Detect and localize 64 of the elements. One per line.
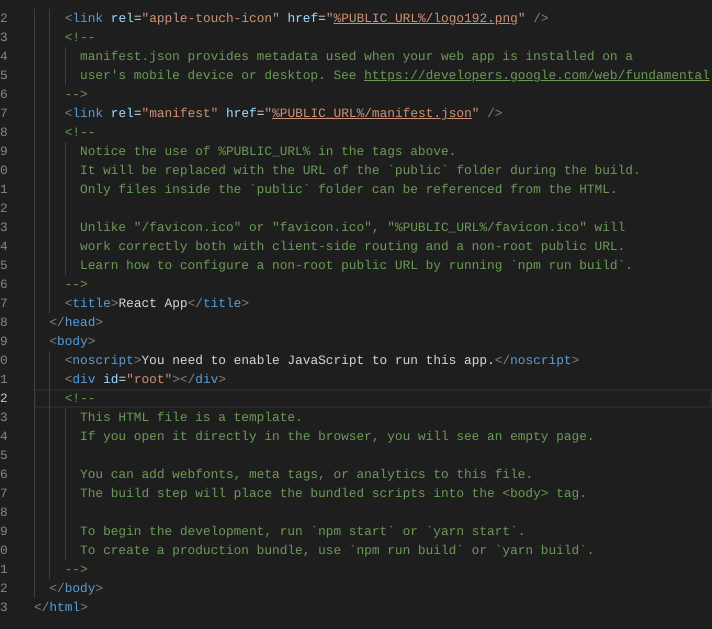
line-number: 3: [0, 409, 7, 427]
line-number: 6: [0, 86, 7, 104]
line-number: 5: [0, 447, 7, 465]
code-line: <!--: [64, 29, 96, 47]
line-number: 2: [0, 200, 7, 218]
line-number: 9: [0, 333, 7, 351]
code-line: You can add webfonts, meta tags, or analytics to this file.: [80, 466, 534, 484]
line-number: 4: [0, 238, 7, 256]
line-number: 1: [0, 561, 7, 579]
line-number: 3: [0, 219, 7, 237]
line-number: 2: [0, 10, 7, 28]
code-line: To create a production bundle, use `npm run build` or `yarn build`.: [80, 542, 595, 560]
line-number: 4: [0, 428, 7, 446]
line-number: 8: [0, 314, 7, 332]
line-number: 7: [0, 105, 7, 123]
line-number: 3: [0, 29, 7, 47]
line-number: 0: [0, 542, 7, 560]
line-number: 6: [0, 466, 7, 484]
line-number: 8: [0, 504, 7, 522]
code-line: </html>: [34, 599, 88, 617]
line-number: 5: [0, 67, 7, 85]
line-number: 2: [0, 390, 7, 408]
code-line: -->: [64, 86, 88, 104]
code-line: <body>: [49, 333, 96, 351]
code-line: If you open it directly in the browser, you will see an empty page.: [80, 428, 595, 446]
line-number: 7: [0, 295, 7, 313]
line-number: 9: [0, 143, 7, 161]
line-number: 3: [0, 599, 7, 617]
code-line: <title>React App</title>: [64, 295, 250, 313]
code-line: user's mobile device or desktop. See https://developers.google.com/web/fundamental: [80, 67, 710, 85]
line-number: 4: [0, 48, 7, 66]
code-line: <link rel="manifest" href="%PUBLIC_URL%/manifest.json" />: [64, 105, 502, 123]
code-line: -->: [64, 561, 88, 579]
link[interactable]: %PUBLIC_URL%/manifest.json: [272, 106, 472, 121]
code-line: <!--: [64, 390, 96, 408]
line-number: 1: [0, 181, 7, 199]
code-line: To begin the development, run `npm start` or `yarn start`.: [80, 523, 526, 541]
code-line: -->: [64, 276, 88, 294]
line-number: 6: [0, 276, 7, 294]
line-number: 0: [0, 352, 7, 370]
code-line: The build step will place the bundled scripts into the <body> tag.: [80, 485, 587, 503]
code-line: Notice the use of %PUBLIC_URL% in the tags above.: [80, 143, 456, 161]
line-number: 2: [0, 580, 7, 598]
code-line: manifest.json provides metadata used when your web app is installed on a: [80, 48, 633, 66]
code-line: <!--: [64, 124, 96, 142]
code-line: work correctly both with client-side routing and a non-root public URL.: [80, 238, 626, 256]
line-number: 8: [0, 124, 7, 142]
line-number: 0: [0, 162, 7, 180]
code-line: <noscript>You need to enable JavaScript to run this app.</noscript>: [64, 352, 580, 370]
code-line: Only files inside the `public` folder can be referenced from the HTML.: [80, 181, 618, 199]
code-line: Learn how to configure a non-root public URL by running `npm run build`.: [80, 257, 633, 275]
line-number: 9: [0, 523, 7, 541]
code-line: <link rel="apple-touch-icon" href="%PUBLIC_URL%/logo192.png" />: [64, 10, 549, 28]
code-line: </head>: [49, 314, 104, 332]
link[interactable]: %PUBLIC_URL%/logo192.png: [334, 11, 518, 26]
line-number: 7: [0, 485, 7, 503]
code-line: It will be replaced with the URL of the `public` folder during the build.: [80, 162, 641, 180]
code-line: This HTML file is a template.: [80, 409, 303, 427]
code-line: <div id="root"></div>: [64, 371, 226, 389]
link[interactable]: https://developers.google.com/web/fundamental: [364, 68, 710, 83]
code-line: Unlike "/favicon.ico" or "favicon.ico", "%PUBLIC_URL%/favicon.ico" will: [80, 219, 626, 237]
line-number: 5: [0, 257, 7, 275]
line-number: 1: [0, 371, 7, 389]
code-line: </body>: [49, 580, 104, 598]
